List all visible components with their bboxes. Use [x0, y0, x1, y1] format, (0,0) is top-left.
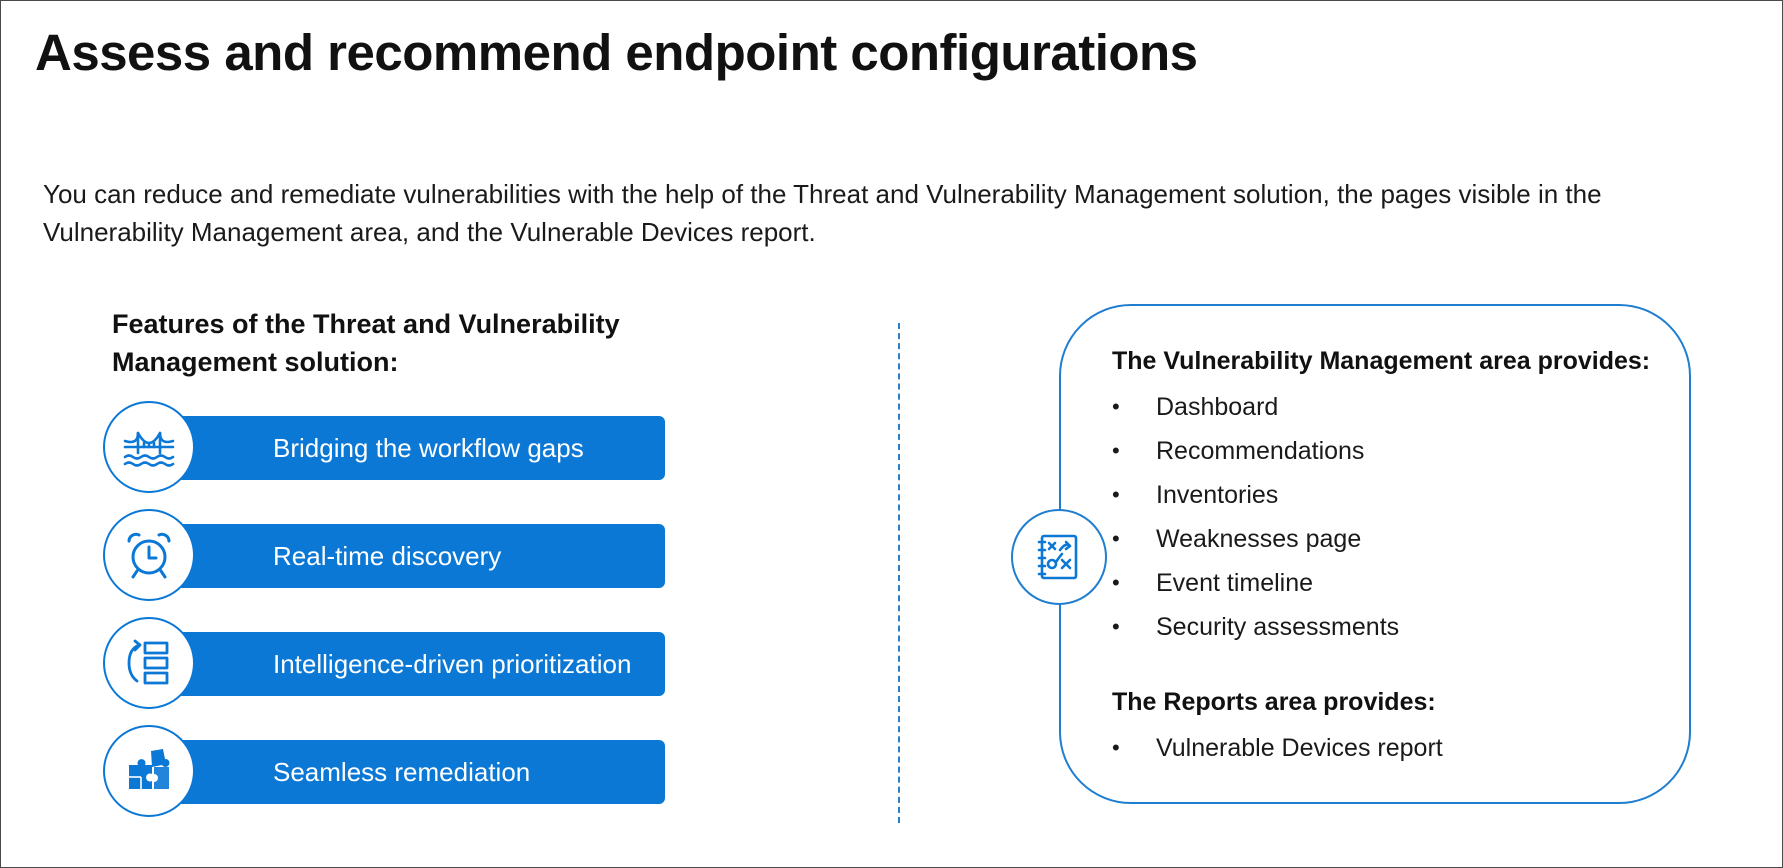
vm-icon-circle — [1011, 509, 1107, 605]
feature-item: Intelligence-driven prioritization — [103, 617, 665, 709]
feature-label: Intelligence-driven prioritization — [153, 632, 665, 696]
list-item-text: Event timeline — [1156, 569, 1314, 597]
list-item-text: Security assessments — [1156, 613, 1400, 641]
section-divider — [898, 323, 900, 823]
features-heading: Features of the Threat and Vulnerability… — [112, 309, 620, 377]
strategy-board-icon — [1037, 534, 1078, 580]
list-item-text: Weaknesses page — [1156, 525, 1362, 553]
feature-label: Bridging the workflow gaps — [153, 416, 665, 480]
slide: Assess and recommend endpoint configurat… — [0, 0, 1783, 868]
alarm-clock-icon — [127, 532, 171, 579]
feature-icon-circle — [103, 617, 195, 709]
bridge-icon — [123, 431, 175, 467]
intro-paragraph: You can reduce and remediate vulnerabili… — [43, 179, 1602, 247]
feature-item: Real-time discovery — [103, 509, 665, 601]
feature-item: Bridging the workflow gaps — [103, 401, 665, 493]
feature-icon-circle — [103, 725, 195, 817]
vm-area-heading: The Vulnerability Management area provid… — [1112, 347, 1651, 375]
list-item-text: Inventories — [1156, 481, 1279, 509]
bullet: • — [1112, 570, 1120, 595]
feature-label: Seamless remediation — [153, 740, 665, 804]
feature-item: Seamless remediation — [103, 725, 665, 817]
bullet: • — [1112, 614, 1120, 639]
feature-label: Real-time discovery — [153, 524, 665, 588]
bullet: • — [1112, 394, 1120, 419]
bullet: • — [1112, 526, 1120, 551]
feature-icon-circle — [103, 509, 195, 601]
list-item-text: Dashboard — [1156, 393, 1279, 421]
page-title: Assess and recommend endpoint configurat… — [35, 24, 1198, 81]
list-item-text: Recommendations — [1156, 437, 1365, 465]
list-item-text: Vulnerable Devices report — [1156, 734, 1443, 762]
bullet: • — [1112, 482, 1120, 507]
reports-area-heading: The Reports area provides: — [1112, 688, 1436, 716]
puzzle-icon — [129, 749, 170, 789]
bullet: • — [1112, 438, 1120, 463]
prioritization-list-icon — [127, 639, 169, 685]
bullet: • — [1112, 735, 1120, 760]
feature-icon-circle — [103, 401, 195, 493]
